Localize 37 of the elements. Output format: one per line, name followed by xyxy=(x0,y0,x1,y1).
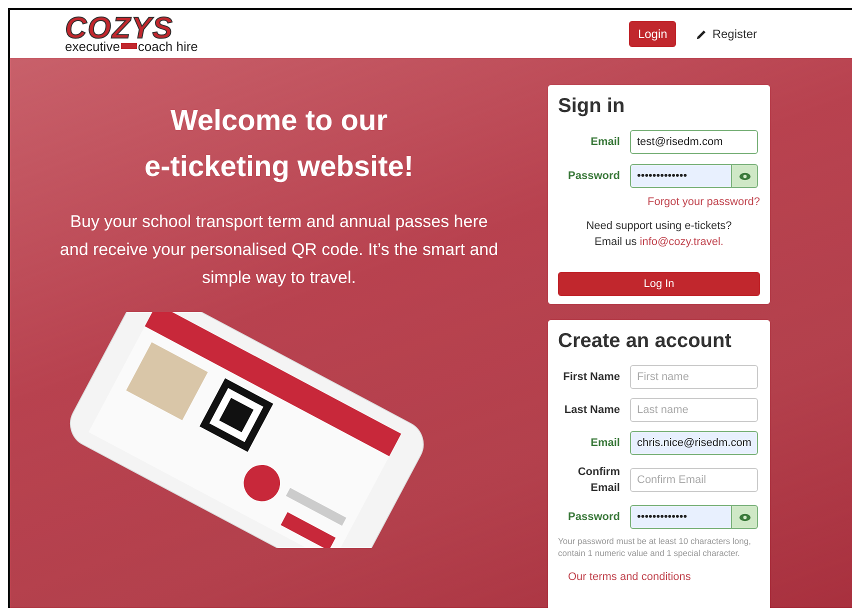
forgot-password-link[interactable]: Forgot your password? xyxy=(648,196,760,208)
field-label: Confirm Email xyxy=(576,465,620,496)
password-field[interactable]: ••••••••••••• xyxy=(630,505,732,529)
show-password-button[interactable] xyxy=(732,164,758,188)
field-label: Email xyxy=(590,135,620,150)
field-label: Password xyxy=(567,510,620,525)
terms-link[interactable]: Our terms and conditions xyxy=(568,571,691,583)
logo-bar-icon xyxy=(120,43,137,49)
show-password-button[interactable] xyxy=(732,505,758,529)
input-field[interactable]: Last name xyxy=(630,398,758,422)
pencil-icon xyxy=(696,28,708,40)
field-label: Password xyxy=(567,169,620,184)
logo-tagline: coach hire xyxy=(138,40,198,52)
eye-icon xyxy=(738,512,750,522)
hero-title-line: Welcome to our xyxy=(170,104,388,139)
field-label: Last Name xyxy=(563,403,620,418)
email-field[interactable]: test@risedm.com xyxy=(630,130,758,154)
email-link[interactable]: info@cozy.travel. xyxy=(640,236,724,248)
hero-title-line: e-ticketing website! xyxy=(144,150,414,185)
support-text: Email us xyxy=(594,236,637,248)
field-label: First Name xyxy=(562,370,620,385)
log-in-button[interactable]: Log In xyxy=(558,272,760,296)
hero-text: Buy your school transport term and annual passes here and receive your personalised QR code. It’s the smart and simple way to travel. xyxy=(58,211,500,289)
eye-icon xyxy=(738,172,750,180)
password-field[interactable]: ••••••••••••• xyxy=(630,164,732,188)
support-text: Need support using e-tickets? xyxy=(586,219,732,234)
register-link[interactable]: Register xyxy=(696,27,757,41)
logo-wordmark: COZYS xyxy=(65,16,174,42)
card-title: Create an account xyxy=(558,330,732,353)
logo-tagline: executive xyxy=(65,40,120,52)
login-button[interactable]: Login xyxy=(628,21,676,47)
card-title: Sign in xyxy=(558,95,626,118)
input-field[interactable]: chris.nice@risedm.com xyxy=(630,431,758,455)
password-hint: Your password must be at least 10 characters long, contain 1 numeric value and 1 special character. xyxy=(558,535,752,559)
input-field[interactable]: Confirm Email xyxy=(630,468,758,492)
field-label: Email xyxy=(590,436,620,451)
input-field[interactable]: First name xyxy=(630,365,758,389)
